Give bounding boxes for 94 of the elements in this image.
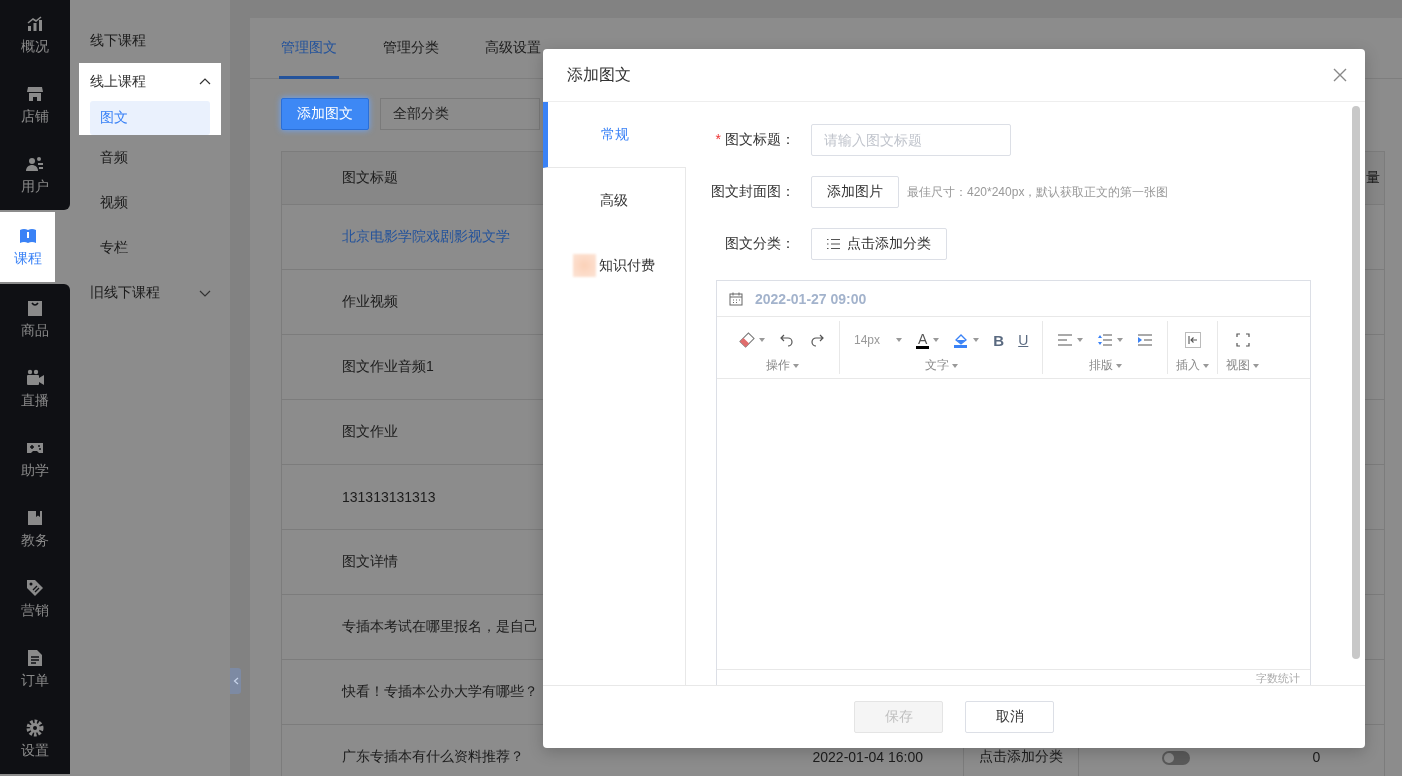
redo-icon	[809, 332, 825, 348]
nav-item[interactable]: 课程	[0, 212, 55, 282]
field-label: 图文封面图：	[711, 183, 795, 201]
blurred-square-icon	[573, 254, 596, 277]
users-icon	[25, 154, 45, 174]
scrollbar[interactable]	[1352, 106, 1360, 659]
tab[interactable]: 高级设置	[483, 18, 543, 79]
underline-button[interactable]: U	[1012, 329, 1035, 351]
field-label: 图文标题：	[725, 131, 795, 149]
tab[interactable]: 知识付费	[543, 233, 686, 298]
tab[interactable]: 管理分类	[381, 18, 441, 79]
table-cell: 作业视频	[342, 293, 398, 309]
fullscreen-icon	[1234, 332, 1251, 348]
tab[interactable]: 常规	[543, 102, 686, 168]
table-cell: 快看！专插本公办大学有哪些？	[342, 683, 538, 699]
word-count: 字数统计	[1256, 671, 1300, 685]
nav-item[interactable]: 店铺	[0, 70, 70, 140]
indent-icon	[1137, 332, 1154, 348]
table-cell: 广东专插本有什么资料推荐？	[342, 748, 524, 764]
group-menu-button[interactable]: 操作	[765, 357, 799, 374]
bold-button[interactable]: B	[987, 329, 1011, 351]
table-cell: 2022-01-04 16:00	[812, 749, 924, 765]
book-icon	[17, 226, 38, 246]
document-icon	[25, 648, 45, 668]
nav-item[interactable]: 直播	[0, 354, 70, 424]
dialog-title: 添加图文	[567, 64, 631, 85]
gear-icon	[25, 718, 45, 738]
caret-icon	[933, 338, 940, 342]
tag-icon	[25, 578, 45, 598]
group-menu-button[interactable]: 插入	[1176, 357, 1210, 374]
font-size-select[interactable]: 14px	[848, 329, 908, 351]
table-cell: 131313131313	[342, 489, 436, 505]
table-cell: 0	[1312, 749, 1321, 765]
line-spacing-icon	[1097, 332, 1114, 348]
caret-icon	[951, 363, 958, 368]
caret-icon	[896, 338, 902, 342]
menu-item[interactable]: 图文	[90, 101, 210, 135]
caret-icon	[759, 338, 765, 342]
paint-bucket-icon	[953, 332, 970, 348]
insert-icon	[1184, 332, 1201, 348]
table-cell: 图文详情	[342, 553, 398, 569]
close-icon[interactable]	[1333, 68, 1347, 82]
table-cell: 图文作业音频1	[342, 358, 434, 374]
required-mark: *	[715, 131, 721, 149]
field-label: 图文分类：	[725, 235, 795, 253]
category-select[interactable]: 全部分类	[380, 98, 540, 130]
nav-item[interactable]: 助学	[0, 424, 70, 494]
undo-icon	[779, 332, 795, 348]
nav-item[interactable]: 订单	[0, 634, 70, 704]
bag-icon	[25, 298, 45, 318]
nav-item[interactable]: 用户	[0, 140, 70, 210]
cancel-button[interactable]: 取消	[965, 701, 1054, 733]
column-header: 图文标题	[342, 169, 398, 185]
add-image-button[interactable]: 添加图片	[811, 176, 899, 208]
tab[interactable]: 高级	[543, 168, 686, 233]
caret-icon	[973, 338, 980, 342]
caret-icon	[1203, 363, 1210, 368]
group-menu-button[interactable]: 文字	[924, 357, 958, 374]
hint-text: 最佳尺寸：420*240px，默认获取正文的第一张图	[907, 183, 1169, 201]
caret-icon	[1117, 338, 1124, 342]
chart-icon	[25, 14, 45, 34]
calendar-icon[interactable]	[729, 291, 743, 306]
caret-icon	[1115, 363, 1122, 368]
inbox-icon	[25, 508, 45, 528]
menu-item[interactable]: 专栏	[70, 225, 230, 270]
list-icon	[827, 238, 840, 250]
menu-group-header[interactable]: 旧线下课程	[70, 270, 221, 315]
menu-group-header[interactable]: 线上课程	[79, 63, 221, 101]
collapse-handle[interactable]	[230, 668, 241, 694]
caret-icon	[1077, 338, 1084, 342]
caret-icon	[1253, 363, 1260, 368]
font-color-button[interactable]: A	[910, 329, 946, 351]
group-menu-button[interactable]: 视图	[1226, 357, 1260, 374]
nav-item[interactable]: 营销	[0, 564, 70, 634]
nav-item[interactable]: 设置	[0, 704, 70, 774]
table-cell: 图文作业	[342, 423, 398, 439]
group-menu-button[interactable]: 排版	[1088, 357, 1122, 374]
toggle-switch[interactable]	[1161, 751, 1190, 766]
nav-item[interactable]: 概况	[0, 0, 70, 70]
add-category-button[interactable]: 点击添加分类	[811, 228, 947, 260]
menu-item[interactable]: 视频	[70, 180, 230, 225]
video-camera-icon	[25, 368, 45, 388]
align-left-icon	[1057, 332, 1074, 348]
menu-item[interactable]: 音频	[70, 135, 230, 180]
caret-icon	[792, 363, 799, 368]
table-cell: 专插本考试在哪里报名，是自己	[342, 618, 538, 634]
menu-item[interactable]: 线下课程	[70, 18, 221, 63]
column-header: 量	[1366, 169, 1380, 185]
title-input[interactable]: 请输入图文标题	[811, 124, 1011, 156]
eraser-icon	[739, 332, 755, 348]
store-icon	[25, 84, 45, 104]
nav-item[interactable]: 教务	[0, 494, 70, 564]
nav-item[interactable]: 商品	[0, 284, 70, 354]
add-button[interactable]: 添加图文	[281, 98, 369, 130]
